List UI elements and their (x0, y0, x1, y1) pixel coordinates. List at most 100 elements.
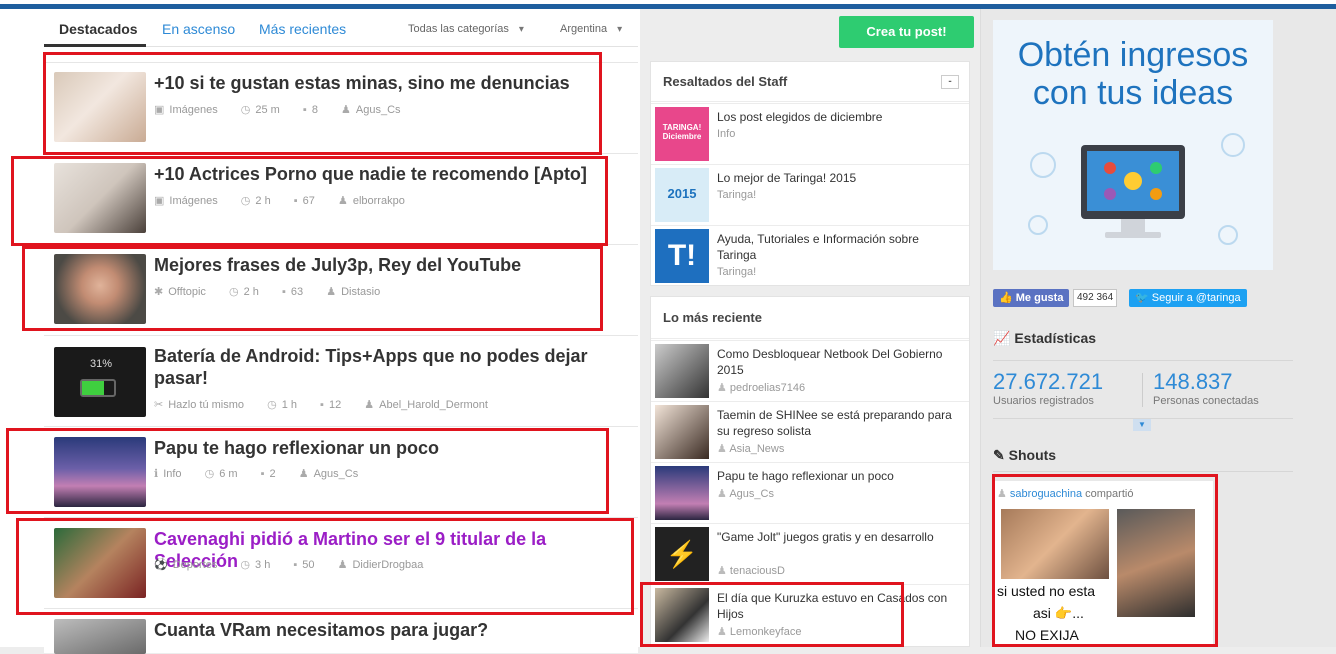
recent-username[interactable]: Agus_Cs (729, 488, 774, 500)
post-thumbnail[interactable] (54, 528, 146, 598)
shout-image[interactable] (1001, 509, 1109, 579)
recent-thumbnail[interactable] (655, 405, 709, 459)
recent-item[interactable]: Taemin de SHINee se está preparando para… (651, 401, 969, 462)
recent-username[interactable]: pedroelias7146 (730, 382, 805, 394)
clock-icon: ◷ (204, 468, 215, 480)
post-category[interactable]: Imágenes (169, 195, 217, 207)
taringa-logo-icon[interactable]: T! (655, 229, 709, 283)
shout-username[interactable]: sabroguachina (1010, 488, 1082, 500)
post-item[interactable]: +10 Actrices Porno que nadie te recomend… (44, 153, 638, 244)
staff-item[interactable]: T! Ayuda, Tutoriales e Información sobre… (651, 225, 969, 286)
tabs-bar: Destacados En ascenso Más recientes Toda… (44, 9, 638, 47)
recent-item-title[interactable]: "Game Jolt" juegos gratis y en desarroll… (717, 529, 957, 545)
recent-thumbnail[interactable] (655, 588, 709, 642)
post-user[interactable]: Agus_Cs (356, 104, 401, 116)
post-comments: 67 (302, 195, 315, 207)
collapse-button[interactable]: - (941, 75, 959, 89)
post-thumbnail[interactable] (54, 72, 146, 142)
post-category[interactable]: Info (163, 468, 181, 480)
post-category[interactable]: Offtopic (168, 286, 206, 298)
post-thumbnail[interactable] (54, 619, 146, 654)
post-category[interactable]: Imágenes (169, 104, 217, 116)
staff-heading-text: Resaltados del Staff (663, 74, 788, 89)
recent-item[interactable]: ⚡ "Game Jolt" juegos gratis y en desarro… (651, 523, 969, 584)
recent-item[interactable]: Papu te hago reflexionar un poco ♟ Agus_… (651, 462, 969, 523)
staff-thumbnail[interactable]: TARINGA! Diciembre (655, 107, 709, 161)
expand-stats-button[interactable]: ▼ (1133, 419, 1151, 431)
post-item[interactable]: Papu te hago reflexionar un poco ℹ Info ◷… (44, 426, 638, 517)
staff-item-category: Info (717, 128, 736, 140)
user-icon: ♟ (337, 559, 348, 571)
country-filter[interactable]: Argentina ▾ (560, 23, 622, 35)
tab-en-ascenso[interactable]: En ascenso (162, 21, 235, 37)
post-title[interactable]: +10 Actrices Porno que nadie te recomend… (154, 163, 594, 185)
shouts-heading: ✎ Shouts (993, 447, 1056, 464)
post-category[interactable]: Hazlo tú mismo (168, 399, 244, 411)
recent-item-user[interactable]: ♟ tenaciousD (717, 564, 785, 577)
comment-icon: ▪ (302, 104, 307, 116)
post-user[interactable]: Distasio (341, 286, 380, 298)
post-title[interactable]: Cuanta VRam necesitamos para jugar? (154, 619, 594, 641)
chart-icon: 📈 (993, 330, 1015, 346)
staff-thumbnail[interactable]: 2015 (655, 168, 709, 222)
recent-username[interactable]: Lemonkeyface (730, 626, 802, 638)
recent-item-title[interactable]: Como Desbloquear Netbook Del Gobierno 20… (717, 346, 957, 378)
recent-item-user[interactable]: ♟ Agus_Cs (717, 487, 774, 500)
post-title[interactable]: Papu te hago reflexionar un poco (154, 437, 594, 459)
post-item[interactable]: 31% Batería de Android: Tips+Apps que no… (44, 335, 638, 426)
shout-caption-1: si usted no esta (997, 583, 1096, 599)
post-category[interactable]: Deportes (173, 559, 218, 571)
recent-item-user[interactable]: ♟ Lemonkeyface (717, 625, 801, 638)
monitor-illustration (1028, 133, 1245, 245)
post-time: 6 m (219, 468, 238, 480)
recent-item-user[interactable]: ♟ pedroelias7146 (717, 381, 805, 394)
post-item[interactable]: Mejores frases de July3p, Rey del YouTub… (44, 244, 638, 335)
recent-item-user[interactable]: ♟ Asia_News (717, 442, 784, 455)
shout-card[interactable]: ♟ sabroguachina compartió si usted no es… (993, 481, 1213, 647)
recent-username[interactable]: Asia_News (729, 443, 784, 455)
battery-percent: 31% (90, 358, 113, 370)
recent-item-title[interactable]: Taemin de SHINee se está preparando para… (717, 407, 957, 439)
tab-mas-recientes[interactable]: Más recientes (259, 21, 346, 37)
staff-item[interactable]: TARINGA! Diciembre Los post elegidos de … (651, 103, 969, 164)
post-title[interactable]: Batería de Android: Tips+Apps que no pod… (154, 345, 594, 389)
post-item[interactable]: Cavenaghi pidió a Martino ser el 9 titul… (44, 517, 638, 608)
facebook-like-button[interactable]: 👍 Me gusta (993, 289, 1070, 307)
post-time: 2 h (243, 286, 259, 298)
post-thumbnail[interactable] (54, 163, 146, 233)
recent-item[interactable]: El día que Kuruzka estuvo en Casados con… (651, 584, 969, 645)
create-post-button[interactable]: Crea tu post! (839, 16, 974, 48)
staff-item-category: Taringa! (717, 189, 757, 201)
post-item[interactable]: Cuanta VRam necesitamos para jugar? (44, 608, 638, 654)
recent-item-title[interactable]: El día que Kuruzka estuvo en Casados con… (717, 590, 957, 622)
staff-item-title[interactable]: Ayuda, Tutoriales e Información sobre Ta… (717, 231, 957, 263)
staff-item-title[interactable]: Los post elegidos de diciembre (717, 109, 957, 125)
ad-banner[interactable]: Obtén ingresos con tus ideas (993, 20, 1273, 270)
recent-username[interactable]: tenaciousD (730, 565, 785, 577)
post-user[interactable]: Abel_Harold_Dermont (379, 399, 488, 411)
post-thumbnail[interactable] (54, 254, 146, 324)
post-item[interactable]: +10 si te gustan estas minas, sino me de… (44, 62, 638, 153)
battery-icon (80, 379, 116, 397)
post-user[interactable]: Agus_Cs (314, 468, 359, 480)
post-thumbnail[interactable]: 31% (54, 347, 146, 417)
category-filter[interactable]: Todas las categorías ▾ (408, 23, 524, 35)
recent-thumbnail[interactable] (655, 344, 709, 398)
game-jolt-icon[interactable]: ⚡ (655, 527, 709, 581)
recent-item-title[interactable]: Papu te hago reflexionar un poco (717, 468, 957, 484)
post-user[interactable]: DidierDrogbaa (352, 559, 423, 571)
post-title[interactable]: +10 si te gustan estas minas, sino me de… (154, 72, 594, 94)
shout-image[interactable] (1117, 509, 1195, 617)
staff-item-title[interactable]: Lo mejor de Taringa! 2015 (717, 170, 957, 186)
post-thumbnail[interactable] (54, 437, 146, 507)
recent-item[interactable]: Como Desbloquear Netbook Del Gobierno 20… (651, 340, 969, 401)
twitter-follow-button[interactable]: 🐦 Seguir a @taringa (1129, 289, 1247, 307)
shout-author: ♟ sabroguachina compartió (997, 487, 1133, 500)
recent-thumbnail[interactable] (655, 466, 709, 520)
user-icon: ♟ (364, 399, 375, 411)
tab-destacados[interactable]: Destacados (59, 21, 138, 37)
post-user[interactable]: elborrakpo (353, 195, 405, 207)
post-title[interactable]: Mejores frases de July3p, Rey del YouTub… (154, 254, 594, 276)
staff-item[interactable]: 2015 Lo mejor de Taringa! 2015 Taringa! (651, 164, 969, 225)
user-icon: ♟ (298, 468, 309, 480)
